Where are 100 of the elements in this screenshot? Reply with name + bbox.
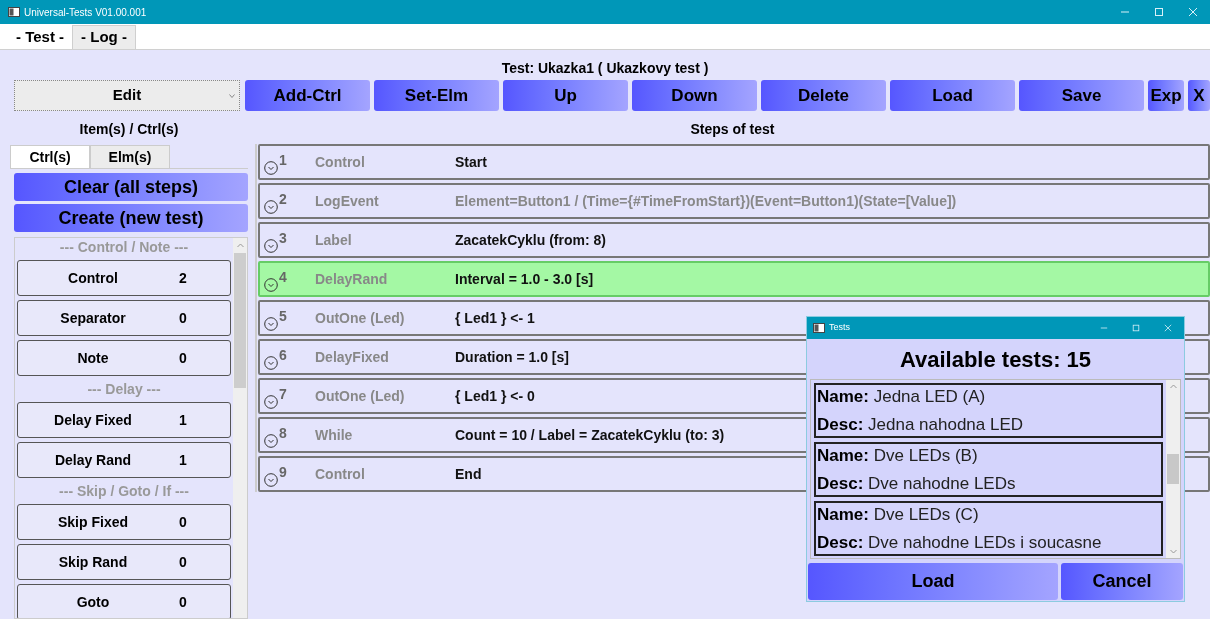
caret-icon <box>229 93 235 98</box>
list-item[interactable]: Goto 0 <box>17 584 231 618</box>
panel-heading: Item(s) / Ctrl(s) <box>79 119 179 139</box>
test-title: Test: Ukazka1 ( Ukazkovy test ) <box>501 59 709 78</box>
step-number: 3 <box>279 228 288 248</box>
expand-icon[interactable] <box>264 356 278 370</box>
expand-icon[interactable] <box>264 473 278 487</box>
step-type: LogEvent <box>315 191 380 211</box>
toolbar-button[interactable]: Save <box>1019 80 1144 111</box>
mode-dropdown[interactable]: Edit <box>14 80 240 111</box>
action-button[interactable]: Create (new test) <box>14 204 248 232</box>
test-item[interactable]: Name: Dve LEDs (C) Desc: Dve nahodne LEDs i soucasne <box>814 501 1163 556</box>
list-item[interactable]: Delay Fixed 1 <box>17 402 231 438</box>
app-icon <box>8 7 20 17</box>
list-item[interactable]: Delay Rand 1 <box>17 442 231 478</box>
list-item[interactable]: Skip Fixed 0 <box>17 504 231 540</box>
test-item[interactable]: Name: Jedna LED (A) Desc: Jedna nahodna LED <box>814 383 1163 438</box>
scroll-up-icon[interactable] <box>236 243 244 248</box>
dialog-button[interactable]: Load <box>808 563 1058 600</box>
step-number: 7 <box>279 384 288 404</box>
step-row[interactable]: 1 Control Start <box>258 144 1210 180</box>
scrollbar[interactable] <box>233 238 247 618</box>
step-detail: Interval = 1.0 - 3.0 [s] <box>455 269 594 289</box>
toolbar-button[interactable]: Down <box>632 80 757 111</box>
scroll-down-icon[interactable] <box>1169 549 1177 554</box>
step-type: Label <box>315 230 353 250</box>
step-type: DelayRand <box>315 269 389 289</box>
scroll-thumb[interactable] <box>234 253 246 388</box>
step-row[interactable]: 2 LogEvent Element=Button1 / (Time={#TimeFromStart})(Event=Button1)(State=[Value]) <box>258 183 1210 219</box>
step-detail: Duration = 1.0 [s] <box>455 347 569 367</box>
step-type: While <box>315 425 354 445</box>
toolbar-button[interactable]: Exp <box>1148 80 1184 111</box>
section-label: --- Control / Note --- <box>59 238 189 257</box>
toolbar-button[interactable]: Delete <box>761 80 886 111</box>
step-detail: End <box>455 464 482 484</box>
step-number: 4 <box>279 267 288 287</box>
expand-icon[interactable] <box>264 239 278 253</box>
step-number: 9 <box>279 462 288 482</box>
toolbar-button[interactable]: Load <box>890 80 1015 111</box>
panel-heading: Steps of test <box>690 119 775 139</box>
maximize-icon[interactable] <box>1132 324 1140 332</box>
action-button[interactable]: Clear (all steps) <box>14 173 248 201</box>
toolbar-button[interactable]: Add-Ctrl <box>245 80 370 111</box>
test-name: Jedna LED (A) <box>873 387 986 406</box>
test-name: Dve LEDs (C) <box>873 505 979 524</box>
step-number: 2 <box>279 189 288 209</box>
step-type: Control <box>315 152 366 172</box>
maximize-icon[interactable] <box>1154 7 1164 17</box>
expand-icon[interactable] <box>264 434 278 448</box>
step-type: Control <box>315 464 366 484</box>
step-detail: ZacatekCyklu (from: 8) <box>455 230 606 250</box>
scrollbar[interactable] <box>1166 380 1180 558</box>
list-item[interactable]: Control 2 <box>17 260 231 296</box>
step-detail: Count = 10 / Label = ZacatekCyklu (to: 3) <box>455 425 725 445</box>
minimize-icon[interactable] <box>1100 324 1108 332</box>
list-item[interactable]: Separator 0 <box>17 300 231 336</box>
test-description: Dve nahodne LEDs i soucasne <box>868 532 1102 552</box>
step-detail: Start <box>455 152 487 172</box>
field-label: Desc: <box>817 414 864 434</box>
scroll-thumb[interactable] <box>1167 454 1179 484</box>
step-detail: Element=Button1 / (Time={#TimeFromStart})(Event=Button1)(State=[Value]) <box>455 191 957 211</box>
expand-icon[interactable] <box>264 317 278 331</box>
app-icon <box>813 323 825 333</box>
dialog-heading: Available tests: 15 <box>899 345 1092 374</box>
expand-icon[interactable] <box>264 161 278 175</box>
field-label: Desc: <box>817 473 864 493</box>
step-number: 1 <box>279 150 288 170</box>
close-icon[interactable] <box>1188 7 1198 17</box>
section-label: --- Delay --- <box>87 379 161 399</box>
close-icon[interactable] <box>1164 324 1172 332</box>
dialog-button[interactable]: Cancel <box>1061 563 1183 600</box>
test-description: Dve nahodne LEDs <box>868 473 1016 493</box>
field-label: Name: <box>817 505 869 524</box>
list-item[interactable]: Skip Rand 0 <box>17 544 231 580</box>
test-item[interactable]: Name: Dve LEDs (B) Desc: Dve nahodne LEDs <box>814 442 1163 497</box>
step-type: OutOne (Led) <box>315 308 406 328</box>
tab[interactable]: Elm(s) <box>90 145 170 168</box>
scroll-up-icon[interactable] <box>1169 384 1177 389</box>
step-row[interactable]: 4 DelayRand Interval = 1.0 - 3.0 [s] <box>258 261 1210 297</box>
expand-icon[interactable] <box>264 278 278 292</box>
list-item[interactable]: Note 0 <box>17 340 231 376</box>
section-label: --- Skip / Goto / If --- <box>59 481 189 501</box>
step-number: 6 <box>279 345 288 365</box>
step-detail: { Led1 } <- 1 <box>455 308 535 328</box>
field-label: Desc: <box>817 532 864 552</box>
toolbar-button[interactable]: Up <box>503 80 628 111</box>
step-detail: { Led1 } <- 0 <box>455 386 535 406</box>
step-number: 5 <box>279 306 288 326</box>
field-label: Name: <box>817 387 869 406</box>
expand-icon[interactable] <box>264 395 278 409</box>
toolbar-button[interactable]: X <box>1188 80 1210 111</box>
toolbar-button[interactable]: Set-Elm <box>374 80 499 111</box>
step-type: DelayFixed <box>315 347 390 367</box>
expand-icon[interactable] <box>264 200 278 214</box>
step-row[interactable]: 3 Label ZacatekCyklu (from: 8) <box>258 222 1210 258</box>
tab[interactable]: - Log - <box>72 25 136 49</box>
tab[interactable]: Ctrl(s) <box>10 145 90 168</box>
step-type: OutOne (Led) <box>315 386 406 406</box>
window-title: Universal-Tests V01.00.001 <box>24 5 147 20</box>
test-description: Jedna nahodna LED <box>868 414 1024 434</box>
